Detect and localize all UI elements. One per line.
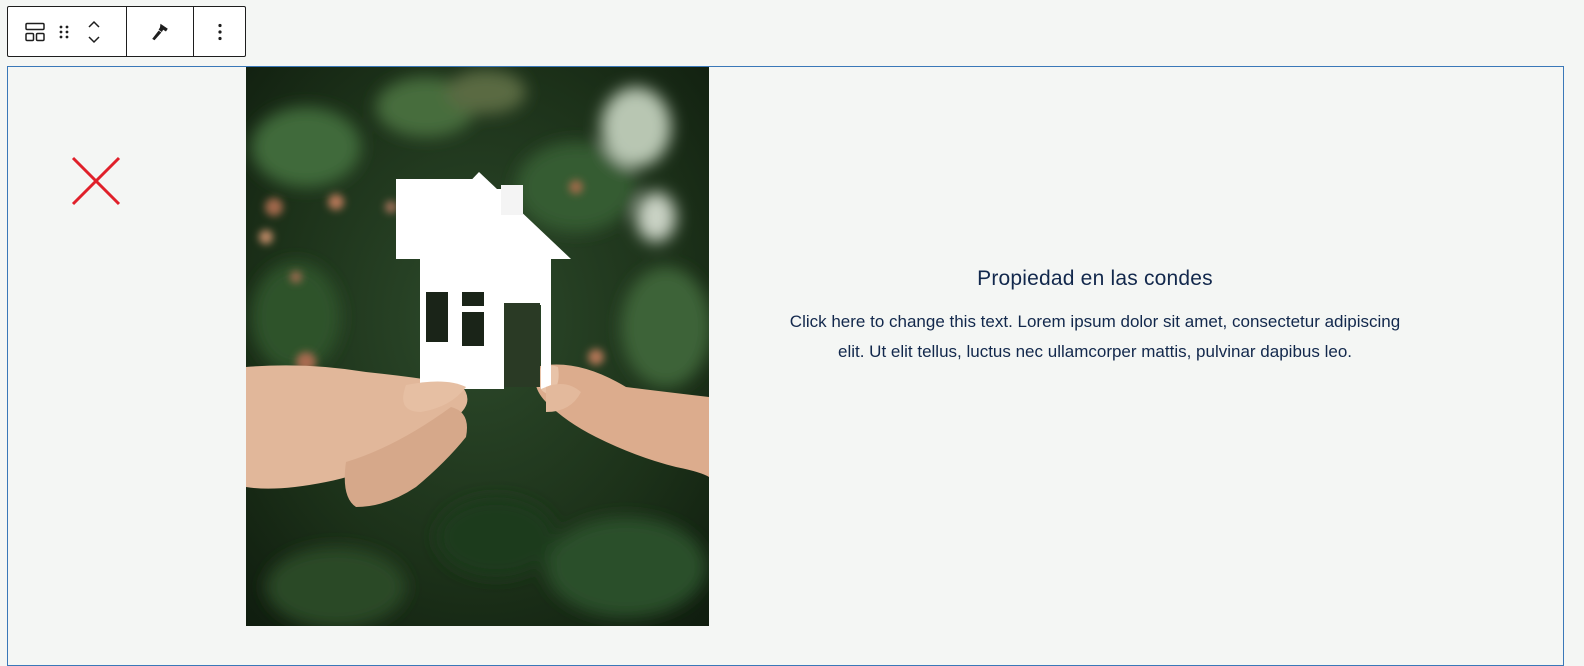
brush-icon (152, 23, 168, 40)
section-body-text[interactable]: Click here to change this text. Lorem ip… (788, 307, 1402, 366)
drag-handle-icon (59, 25, 69, 38)
house-photo[interactable] (246, 67, 709, 626)
toolbar-group-options (194, 7, 245, 56)
styles-button[interactable] (140, 12, 180, 52)
move-up-button[interactable] (86, 16, 102, 32)
layout-grid-icon (25, 22, 45, 41)
move-down-button[interactable] (86, 32, 102, 48)
text-column[interactable]: Propiedad en las condes Click here to ch… (788, 267, 1402, 366)
options-button[interactable] (202, 12, 238, 52)
chevron-up-icon (88, 20, 100, 28)
more-vertical-icon (217, 23, 222, 40)
section-heading[interactable]: Propiedad en las condes (788, 267, 1402, 291)
toolbar-group-styles (127, 7, 194, 56)
drag-handle[interactable] (54, 7, 74, 56)
columns-block[interactable]: Propiedad en las condes Click here to ch… (7, 66, 1564, 666)
block-type-button[interactable] (16, 7, 54, 56)
chevron-down-icon (88, 35, 100, 43)
close-icon[interactable] (70, 155, 122, 207)
mover-controls (74, 7, 114, 56)
toolbar-group-block (8, 7, 127, 56)
block-toolbar (7, 6, 246, 57)
